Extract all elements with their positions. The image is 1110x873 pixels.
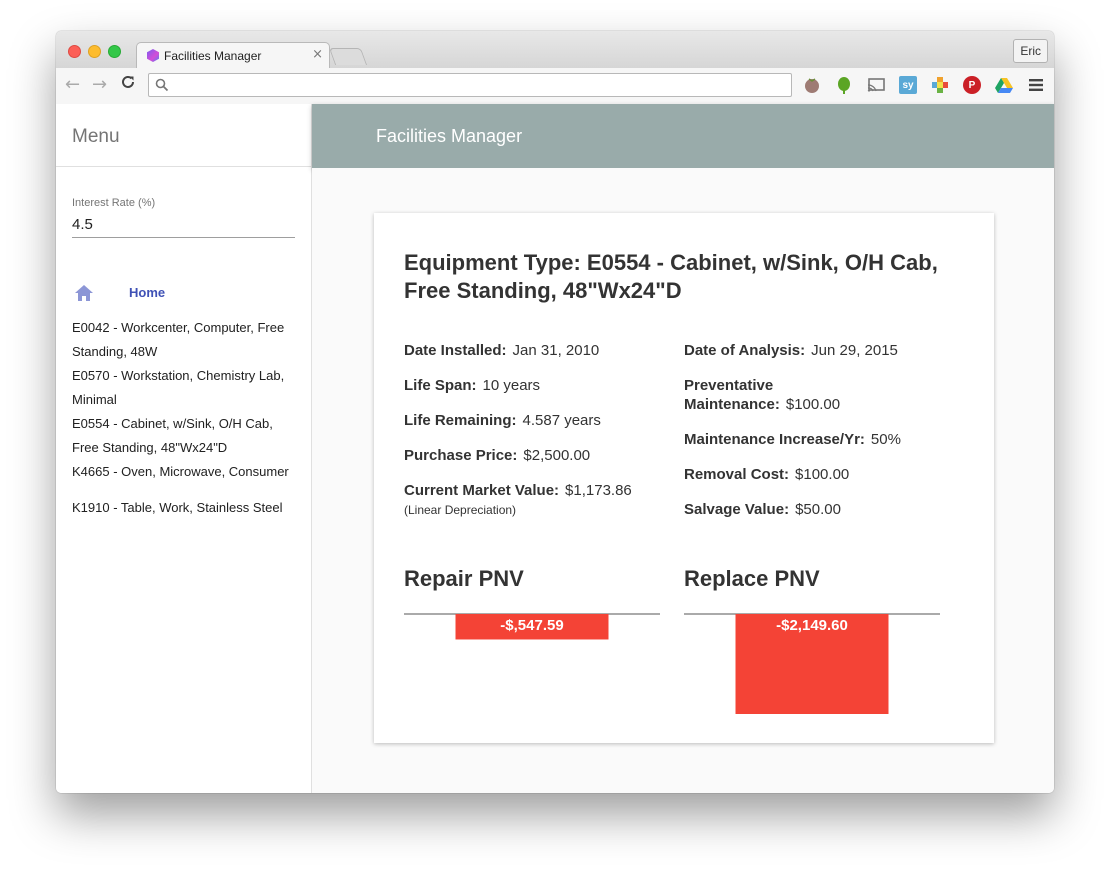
replace-pnv-chart: -$2,149.60 xyxy=(684,613,940,714)
maintenance-increase-value: 50% xyxy=(870,431,901,448)
main-content: Equipment Type: E0554 - Cabinet, w/Sink,… xyxy=(312,168,1054,793)
life-remaining-row: Life Remaining: 4.587 years xyxy=(404,411,601,430)
pnv-bar-label: -$2,149.60 xyxy=(776,617,848,634)
salvage-value-value: $50.00 xyxy=(795,501,841,518)
pinterest-icon[interactable]: P xyxy=(963,76,981,94)
equipment-item-e0042[interactable]: E0042 - Workcenter, Computer, Free Stand… xyxy=(72,316,300,364)
address-bar[interactable] xyxy=(148,73,792,97)
interest-rate-input[interactable] xyxy=(72,212,295,238)
analysis-date-label: Date of Analysis: xyxy=(684,342,806,359)
repair-pnv-title: Repair PNV xyxy=(404,566,524,591)
chrome-menu-icon[interactable] xyxy=(1027,76,1045,94)
app-favicon-icon xyxy=(147,49,159,62)
purchase-price-value: $2,500.00 xyxy=(523,447,591,464)
equipment-list: E0042 - Workcenter, Computer, Free Stand… xyxy=(72,316,300,520)
preventative-maintenance-label: Preventative Maintenance: xyxy=(684,377,780,413)
date-installed-row: Date Installed: Jan 31, 2010 xyxy=(404,341,599,360)
salvage-value-label: Salvage Value: xyxy=(684,501,790,518)
title-bar: Facilities Manager × Eric xyxy=(56,31,1054,69)
repair-pnv-chart: -$,547.59 xyxy=(404,613,660,640)
app-header: Facilities Manager xyxy=(312,104,1054,168)
equipment-item-e0570[interactable]: E0570 - Workstation, Chemistry Lab, Mini… xyxy=(72,364,300,412)
app-root: Menu Interest Rate (%) Home E0042 - Work… xyxy=(56,104,1054,793)
browser-window: Facilities Manager × Eric ← → sy P Menu I xyxy=(56,31,1054,793)
life-remaining-value: 4.587 years xyxy=(522,412,601,429)
new-tab-button[interactable] xyxy=(328,48,368,65)
zoom-window-button[interactable] xyxy=(108,45,121,58)
forward-arrow-icon[interactable]: → xyxy=(92,74,107,95)
puzzle-icon[interactable] xyxy=(931,76,949,94)
browser-tab[interactable]: Facilities Manager × xyxy=(136,42,330,69)
back-arrow-icon[interactable]: ← xyxy=(65,74,80,95)
reload-icon[interactable] xyxy=(120,74,136,95)
tab-close-icon[interactable]: × xyxy=(312,47,323,62)
maintenance-increase-label: Maintenance Increase/Yr: xyxy=(684,431,865,448)
equipment-item-k4665[interactable]: K4665 - Oven, Microwave, Consumer xyxy=(72,460,300,484)
equipment-item-e0554[interactable]: E0554 - Cabinet, w/Sink, O/H Cab, Free S… xyxy=(72,412,300,460)
preventative-maintenance-value: $100.00 xyxy=(785,396,841,413)
salvage-value-row: Salvage Value: $50.00 xyxy=(684,500,841,519)
sidebar: Menu Interest Rate (%) Home E0042 - Work… xyxy=(56,104,312,793)
search-icon xyxy=(155,78,169,92)
cast-icon[interactable] xyxy=(867,76,885,94)
purchase-price-row: Purchase Price: $2,500.00 xyxy=(404,446,590,465)
pnv-bar-label: -$,547.59 xyxy=(500,617,563,634)
app-title: Facilities Manager xyxy=(376,126,523,146)
equipment-title: Equipment Type: E0554 - Cabinet, w/Sink,… xyxy=(404,250,938,303)
sy-icon[interactable]: sy xyxy=(899,76,917,94)
maintenance-increase-row: Maintenance Increase/Yr: 50% xyxy=(684,430,901,449)
market-value-value: $1,173.86 xyxy=(565,482,632,499)
purchase-price-label: Purchase Price: xyxy=(404,447,518,464)
market-value-row: Current Market Value: $1,173.86 (Linear D… xyxy=(404,481,632,520)
home-label: Home xyxy=(129,285,166,300)
equipment-item-k1910[interactable]: K1910 - Table, Work, Stainless Steel xyxy=(72,496,300,520)
equipment-card: Equipment Type: E0554 - Cabinet, w/Sink,… xyxy=(374,213,994,743)
minimize-window-button[interactable] xyxy=(88,45,101,58)
removal-cost-value: $100.00 xyxy=(795,466,850,483)
life-span-row: Life Span: 10 years xyxy=(404,376,540,395)
close-window-button[interactable] xyxy=(68,45,81,58)
removal-cost-label: Removal Cost: xyxy=(684,466,790,483)
menu-title: Menu xyxy=(72,126,120,147)
analysis-date-row: Date of Analysis: Jun 29, 2015 xyxy=(684,341,898,360)
home-link[interactable]: Home xyxy=(72,282,295,306)
tab-title: Facilities Manager xyxy=(164,49,262,63)
removal-cost-row: Removal Cost: $100.00 xyxy=(684,465,849,484)
analysis-date-value: Jun 29, 2015 xyxy=(811,342,898,359)
date-installed-label: Date Installed: xyxy=(404,342,507,359)
home-icon xyxy=(75,285,93,301)
interest-rate-label: Interest Rate (%) xyxy=(72,197,156,209)
profile-button[interactable]: Eric xyxy=(1013,39,1048,63)
browser-toolbar: ← → sy P xyxy=(56,68,1054,105)
life-span-value: 10 years xyxy=(482,377,541,394)
drive-icon[interactable] xyxy=(995,76,1013,94)
market-value-label: Current Market Value: xyxy=(404,482,560,499)
life-remaining-label: Life Remaining: xyxy=(404,412,517,429)
tomato-icon[interactable] xyxy=(803,76,821,94)
life-span-label: Life Span: xyxy=(404,377,477,394)
url-input[interactable] xyxy=(173,76,777,96)
replace-pnv-title: Replace PNV xyxy=(684,566,820,591)
date-installed-value: Jan 31, 2010 xyxy=(512,342,600,359)
evernote-icon[interactable] xyxy=(835,76,853,94)
depreciation-note: (Linear Depreciation) xyxy=(404,503,517,517)
preventative-maintenance-row: Preventative Maintenance: $100.00 xyxy=(684,376,840,414)
